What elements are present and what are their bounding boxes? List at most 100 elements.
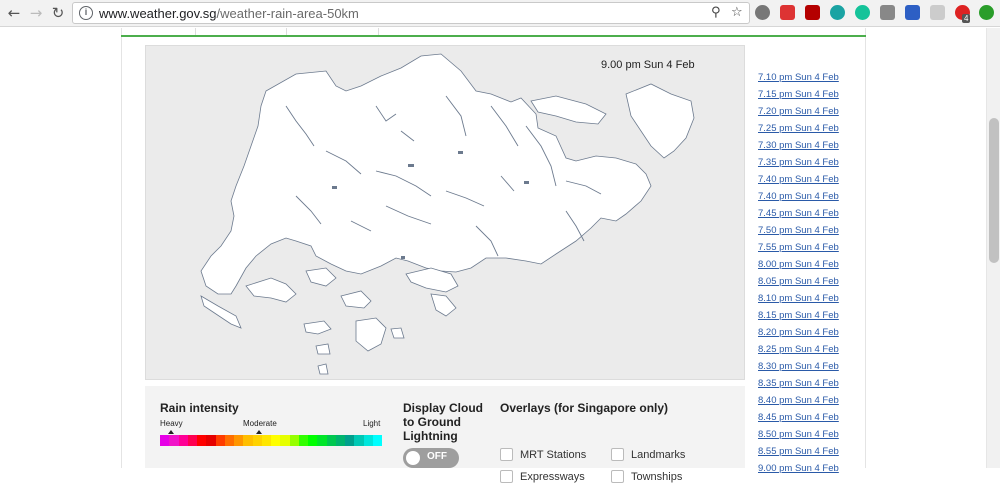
lightning-title-line: Lightning [403, 429, 458, 443]
rain-scale-swatch [317, 435, 327, 446]
lightning-title: Display Cloud to Ground Lightning [403, 401, 483, 443]
rain-scale-swatch [354, 435, 364, 446]
lightning-toggle[interactable]: OFF [403, 448, 459, 468]
reload-icon[interactable]: ↻ [48, 3, 68, 23]
rain-scale-swatch [271, 435, 281, 446]
star-icon[interactable]: ☆ [731, 5, 743, 20]
bookmark-extension-icon[interactable] [905, 5, 920, 20]
rain-scale-swatch [308, 435, 318, 446]
rain-scale-swatch [289, 435, 299, 446]
zoom-icon[interactable]: ⚲ [711, 5, 721, 20]
rain-area-map[interactable]: 9.00 pm Sun 4 Feb [145, 45, 745, 380]
time-link[interactable]: 8.25 pm Sun 4 Feb [758, 341, 839, 358]
time-link[interactable]: 7.40 pm Sun 4 Feb [758, 188, 839, 205]
overlays-title: Overlays (for Singapore only) [500, 401, 669, 415]
url-path: /weather-rain-area-50km [216, 6, 359, 21]
rain-scale-swatch [243, 435, 253, 446]
landmarks-checkbox[interactable] [611, 448, 624, 461]
time-link[interactable]: 8.15 pm Sun 4 Feb [758, 307, 839, 324]
heavy-tick-icon [168, 430, 174, 434]
time-link[interactable]: 7.25 pm Sun 4 Feb [758, 120, 839, 137]
rain-intensity-title: Rain intensity [160, 401, 239, 415]
pocket-extension-icon[interactable] [880, 5, 895, 20]
moderate-tick-icon [256, 430, 262, 434]
time-link[interactable]: 7.15 pm Sun 4 Feb [758, 86, 839, 103]
time-link[interactable]: 8.45 pm Sun 4 Feb [758, 409, 839, 426]
toggle-knob [406, 451, 420, 465]
expressways-checkbox[interactable] [500, 470, 513, 483]
extension-badge: 4 [962, 14, 971, 23]
tab-divider [195, 28, 196, 35]
time-link[interactable]: 8.00 pm Sun 4 Feb [758, 256, 839, 273]
time-link[interactable]: 7.30 pm Sun 4 Feb [758, 137, 839, 154]
page-content: 9.00 pm Sun 4 Feb Rain intensity Heavy M… [0, 28, 1000, 483]
back-arrow-icon[interactable]: ← [4, 3, 24, 23]
grammarly-extension-icon[interactable] [855, 5, 870, 20]
landmarks-label: Landmarks [631, 449, 686, 461]
tab-divider [286, 28, 287, 35]
time-link[interactable]: 7.35 pm Sun 4 Feb [758, 154, 839, 171]
legend-moderate-label: Moderate [243, 419, 277, 428]
time-link[interactable]: 8.40 pm Sun 4 Feb [758, 392, 839, 409]
time-link[interactable]: 8.50 pm Sun 4 Feb [758, 426, 839, 443]
time-link[interactable]: 8.05 pm Sun 4 Feb [758, 273, 839, 290]
townships-label: Townships [631, 471, 683, 483]
time-link[interactable]: 8.20 pm Sun 4 Feb [758, 324, 839, 341]
rain-scale-swatch [169, 435, 179, 446]
lightning-title-line: to Ground [403, 415, 461, 429]
time-link[interactable]: 8.30 pm Sun 4 Feb [758, 358, 839, 375]
time-link[interactable]: 7.55 pm Sun 4 Feb [758, 239, 839, 256]
forward-arrow-icon[interactable]: → [26, 3, 46, 23]
time-link[interactable]: 7.45 pm Sun 4 Feb [758, 205, 839, 222]
townships-checkbox[interactable] [611, 470, 624, 483]
time-link[interactable]: 8.55 pm Sun 4 Feb [758, 443, 839, 460]
rain-scale-swatch [280, 435, 290, 446]
time-link[interactable]: 7.10 pm Sun 4 Feb [758, 69, 839, 86]
acrobat-extension-icon[interactable] [805, 5, 820, 20]
header-accent-line [121, 35, 866, 37]
time-link[interactable]: 7.40 pm Sun 4 Feb [758, 171, 839, 188]
legend-light-label: Light [363, 419, 381, 428]
mrt-stations-label: MRT Stations [520, 449, 587, 461]
address-bar[interactable]: i www.weather.gov.sg/weather-rain-area-5… [72, 2, 750, 24]
info-icon[interactable]: i [79, 6, 93, 20]
browser-toolbar: ← → ↻ i www.weather.gov.sg/weather-rain-… [0, 0, 1000, 27]
rain-scale-swatch [206, 435, 216, 446]
time-link[interactable]: 8.35 pm Sun 4 Feb [758, 375, 839, 392]
rain-scale-swatch [345, 435, 355, 446]
rain-scale-swatch [178, 435, 188, 446]
toggle-state-label: OFF [427, 451, 447, 462]
rain-intensity-scale [160, 435, 382, 446]
expressways-label: Expressways [520, 471, 585, 483]
time-link[interactable]: 8.10 pm Sun 4 Feb [758, 290, 839, 307]
map-controls-panel: Rain intensity Heavy Moderate Light Disp… [145, 386, 745, 483]
rain-scale-swatch [252, 435, 262, 446]
green-extension-icon[interactable] [979, 5, 994, 20]
red-extension-icon[interactable]: 4 [955, 5, 971, 23]
rain-scale-swatch [197, 435, 207, 446]
mrt-stations-checkbox[interactable] [500, 448, 513, 461]
rain-scale-swatch [372, 435, 382, 446]
page-scrollbar[interactable] [986, 28, 1000, 468]
time-link[interactable]: 7.20 pm Sun 4 Feb [758, 103, 839, 120]
rain-scale-swatch [335, 435, 345, 446]
lightbulb-extension-icon[interactable] [755, 5, 770, 20]
rain-scale-swatch [261, 435, 271, 446]
url-text[interactable]: www.weather.gov.sg/weather-rain-area-50k… [99, 6, 359, 21]
camera-extension-icon[interactable] [780, 5, 795, 20]
m-extension-icon[interactable] [830, 5, 845, 20]
singapore-map [200, 53, 695, 375]
legend-heavy-label: Heavy [160, 419, 183, 428]
tab-divider [378, 28, 379, 35]
timestamp-list: 7.10 pm Sun 4 Feb 7.15 pm Sun 4 Feb 7.20 p… [758, 69, 839, 477]
shield-extension-icon[interactable] [930, 5, 945, 20]
rain-scale-swatch [298, 435, 308, 446]
rain-scale-swatch [326, 435, 336, 446]
time-link[interactable]: 7.50 pm Sun 4 Feb [758, 222, 839, 239]
rain-scale-swatch [363, 435, 373, 446]
rain-scale-swatch [215, 435, 225, 446]
rain-scale-swatch [187, 435, 197, 446]
time-link[interactable]: 9.00 pm Sun 4 Feb [758, 460, 839, 477]
map-timestamp: 9.00 pm Sun 4 Feb [601, 59, 695, 71]
scrollbar-thumb[interactable] [989, 118, 999, 263]
